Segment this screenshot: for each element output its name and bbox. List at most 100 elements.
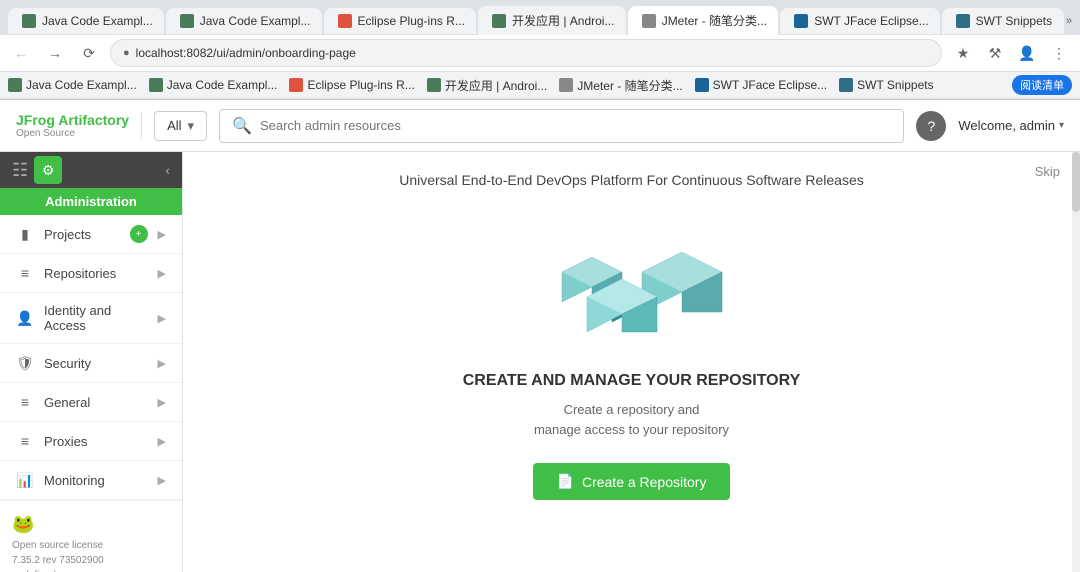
bookmark-4[interactable]: 开发应用 | Androi...	[427, 77, 547, 94]
tab-favicon-1	[22, 14, 36, 28]
bookmark-label-7: SWT Snippets	[857, 78, 933, 92]
repo-icon: 📄	[557, 473, 574, 490]
sidebar-item-security[interactable]: 🛡 Security ▶	[0, 344, 182, 383]
extensions-button[interactable]: ⚒	[982, 40, 1008, 66]
browser-chrome: Java Code Exampl... Java Code Exampl... …	[0, 0, 1080, 100]
help-icon: ?	[927, 118, 935, 134]
search-icon: 🔍	[232, 116, 252, 136]
tab-label-5: JMeter - 随笔分类...	[662, 12, 767, 29]
repositories-icon: ≡	[16, 264, 34, 282]
filter-label: All	[167, 118, 181, 133]
create-repository-button[interactable]: 📄 Create a Repository	[533, 463, 731, 500]
bookmarks-bar: Java Code Exampl... Java Code Exampl... …	[0, 72, 1080, 99]
bookmark-2[interactable]: Java Code Exampl...	[149, 78, 278, 92]
tab-label-3: Eclipse Plug-ins R...	[358, 14, 465, 28]
sidebar-item-monitoring[interactable]: 📊 Monitoring ▶	[0, 461, 182, 500]
bookmark-5[interactable]: JMeter - 随笔分类...	[559, 77, 682, 94]
tab-label-7: SWT Snippets	[976, 14, 1052, 28]
card-desc-line1: Create a repository and	[564, 402, 700, 417]
bookmark-label-1: Java Code Exampl...	[26, 78, 137, 92]
tab-favicon-7	[956, 14, 970, 28]
scrollbar-track[interactable]	[1072, 152, 1080, 572]
search-input[interactable]	[260, 118, 891, 133]
monitoring-arrow-icon: ▶	[158, 474, 166, 487]
identity-icon: 👤	[16, 309, 34, 327]
help-button[interactable]: ?	[916, 111, 946, 141]
welcome-user-menu[interactable]: Welcome, admin ▾	[958, 118, 1064, 133]
tab-favicon-4	[492, 14, 506, 28]
sidebar-item-label-repositories: Repositories	[44, 266, 148, 281]
back-button[interactable]: ←	[8, 40, 34, 66]
tab-label-2: Java Code Exampl...	[200, 14, 311, 28]
projects-arrow-icon: ▶	[158, 228, 166, 241]
browser-tab-2[interactable]: Java Code Exampl...	[166, 8, 322, 34]
illustration	[532, 212, 732, 352]
browser-tab-5[interactable]: JMeter - 随笔分类...	[628, 6, 779, 35]
bookmark-1[interactable]: Java Code Exampl...	[8, 78, 137, 92]
scrollbar-thumb[interactable]	[1072, 152, 1080, 212]
tab-favicon-2	[180, 14, 194, 28]
card-desc-line2: manage access to your repository	[534, 422, 729, 437]
general-arrow-icon: ▶	[158, 396, 166, 409]
filter-dropdown[interactable]: All ▾	[154, 111, 207, 141]
repositories-arrow-icon: ▶	[158, 267, 166, 280]
gear-icon[interactable]: ⚙	[34, 156, 62, 184]
browser-tab-7[interactable]: SWT Snippets	[942, 8, 1064, 34]
bookmark-6[interactable]: SWT JFace Eclipse...	[695, 78, 827, 92]
profile-button[interactable]: 👤	[1014, 40, 1040, 66]
bookmark-label-6: SWT JFace Eclipse...	[713, 78, 827, 92]
browser-tab-4[interactable]: 开发应用 | Androi...	[478, 6, 626, 35]
sidebar-item-label-general: General	[44, 395, 148, 410]
sidebar-item-label-projects: Projects	[44, 227, 120, 242]
browser-tab-6[interactable]: SWT JFace Eclipse...	[780, 8, 939, 34]
sidebar: ☷ ⚙ ‹ Administration ▮ Projects + ▶ ≡ Re…	[0, 152, 183, 572]
browser-tabs-bar: Java Code Exampl... Java Code Exampl... …	[0, 0, 1080, 35]
browser-nav-bar: ← → ⟳ ● localhost:8082/ui/admin/onboardi…	[0, 35, 1080, 72]
tab-label-1: Java Code Exampl...	[42, 14, 153, 28]
administration-label: Administration	[0, 188, 182, 215]
menu-button[interactable]: ⋮	[1046, 40, 1072, 66]
sidebar-item-projects[interactable]: ▮ Projects + ▶	[0, 215, 182, 254]
welcome-label: Welcome, admin	[958, 118, 1055, 133]
version-text: 7.35.2 rev 73502900	[12, 553, 170, 568]
sidebar-item-label-monitoring: Monitoring	[44, 473, 148, 488]
bookmark-favicon-1	[8, 78, 22, 92]
sidebar-item-general[interactable]: ≡ General ▶	[0, 383, 182, 422]
browser-tab-3[interactable]: Eclipse Plug-ins R...	[324, 8, 476, 34]
forward-button[interactable]: →	[42, 40, 68, 66]
sidebar-collapse-icon[interactable]: ‹	[165, 162, 170, 178]
bookmark-7[interactable]: SWT Snippets	[839, 78, 933, 92]
frog-icon: 🐸	[12, 511, 170, 538]
bookmark-label-3: Eclipse Plug-ins R...	[307, 78, 414, 92]
address-bar[interactable]: ● localhost:8082/ui/admin/onboarding-pag…	[110, 39, 942, 67]
tab-favicon-3	[338, 14, 352, 28]
proxies-arrow-icon: ▶	[158, 435, 166, 448]
app-container: ☷ ⚙ ‹ Administration ▮ Projects + ▶ ≡ Re…	[0, 152, 1080, 572]
card-title: CREATE AND MANAGE YOUR REPOSITORY	[463, 372, 801, 390]
refresh-button[interactable]: ⟳	[76, 40, 102, 66]
sidebar-item-proxies[interactable]: ≡ Proxies ▶	[0, 422, 182, 461]
sidebar-item-label-identity: Identity and Access	[44, 303, 148, 333]
grid-icon[interactable]: ☷	[12, 160, 28, 181]
bookmark-label-2: Java Code Exampl...	[167, 78, 278, 92]
more-tabs-button[interactable]: »	[1066, 15, 1072, 27]
license-text: Open source license	[12, 538, 170, 553]
user-menu-arrow-icon: ▾	[1059, 120, 1064, 131]
sidebar-item-label-security: Security	[44, 356, 148, 371]
bookmark-3[interactable]: Eclipse Plug-ins R...	[289, 78, 414, 92]
lock-icon: ●	[123, 47, 130, 59]
bookmark-favicon-5	[559, 78, 573, 92]
card-description: Create a repository and manage access to…	[534, 400, 729, 439]
extra-text: undefined	[12, 568, 170, 572]
browser-tab-1[interactable]: Java Code Exampl...	[8, 8, 164, 34]
projects-badge: +	[130, 225, 148, 243]
identity-arrow-icon: ▶	[158, 312, 166, 325]
search-bar[interactable]: 🔍	[219, 109, 904, 143]
tab-label-6: SWT JFace Eclipse...	[814, 14, 928, 28]
read-later-button[interactable]: 阅读清单	[1012, 75, 1072, 95]
star-button[interactable]: ★	[950, 40, 976, 66]
sidebar-item-identity-access[interactable]: 👤 Identity and Access ▶	[0, 293, 182, 344]
skip-button[interactable]: Skip	[1035, 164, 1060, 179]
sidebar-item-repositories[interactable]: ≡ Repositories ▶	[0, 254, 182, 293]
jfrog-logo: JFrog Artifactory Open Source	[16, 112, 142, 139]
